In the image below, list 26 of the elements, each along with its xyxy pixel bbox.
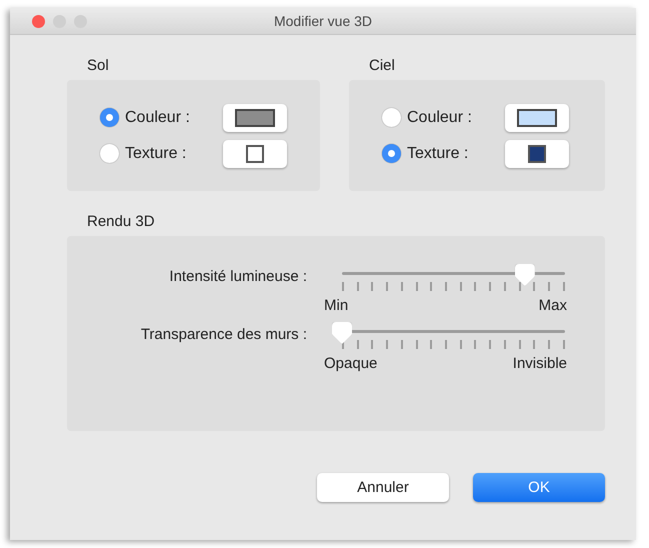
max-label: Max xyxy=(538,297,567,314)
texture-button[interactable] xyxy=(223,140,287,168)
option-label: Texture : xyxy=(125,144,188,162)
color-button[interactable] xyxy=(505,104,569,132)
min-label: Opaque xyxy=(324,355,378,372)
radio-button[interactable] xyxy=(100,144,119,163)
slider-label: Intensité lumineuse : xyxy=(168,267,307,287)
option-label: Texture : xyxy=(407,144,470,162)
group-title: Sol xyxy=(87,57,109,74)
option-label: Couleur : xyxy=(125,108,191,126)
close-icon[interactable] xyxy=(32,14,45,28)
texture-button[interactable] xyxy=(505,140,569,168)
cancel-button[interactable]: Annuler xyxy=(317,473,449,502)
option-label: Couleur : xyxy=(407,108,473,126)
slider-thumb[interactable] xyxy=(332,322,352,344)
min-label: Min xyxy=(324,297,348,314)
window-title: Modifier vue 3D xyxy=(274,13,372,29)
slider-thumb[interactable] xyxy=(514,264,535,286)
radio-button[interactable] xyxy=(100,108,119,127)
group-title: Rendu 3D xyxy=(87,213,155,230)
color-button[interactable] xyxy=(223,104,287,132)
slider-label: Transparence des murs : xyxy=(140,325,307,345)
radio-button[interactable] xyxy=(382,144,401,163)
group-title: Ciel xyxy=(369,57,395,74)
radio-button[interactable] xyxy=(382,108,401,127)
max-label: Invisible xyxy=(512,355,567,372)
